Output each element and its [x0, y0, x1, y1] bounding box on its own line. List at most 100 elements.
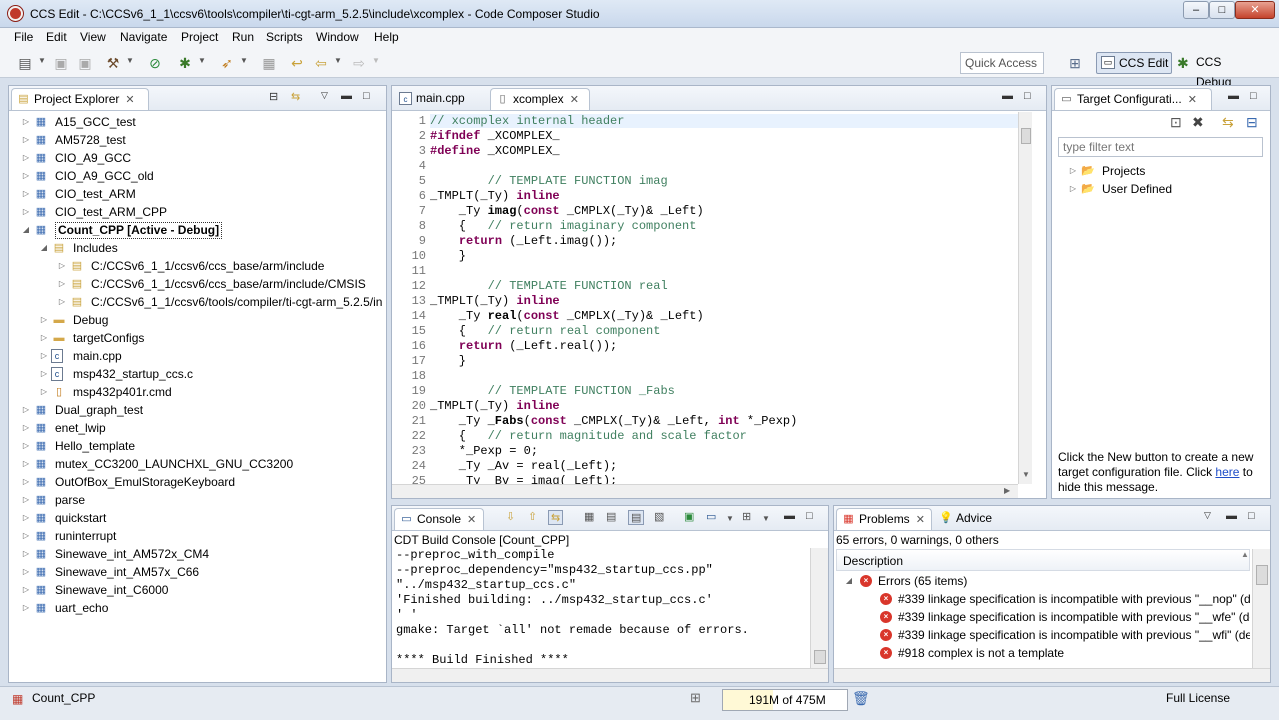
open-console-dropdown-icon[interactable]: ▼: [762, 514, 770, 523]
tab-xcomplex[interactable]: ▯ xcomplex ✕: [490, 88, 590, 110]
expand-arrow-icon[interactable]: ▷: [21, 167, 31, 185]
expand-arrow-icon[interactable]: ▷: [39, 311, 49, 329]
display-dropdown-icon[interactable]: ▼: [726, 514, 734, 523]
perspective-ccs-edit[interactable]: ▭ CCS Edit: [1096, 52, 1172, 74]
word-wrap-icon[interactable]: ▤: [628, 510, 645, 525]
expand-arrow-icon[interactable]: ▷: [21, 527, 31, 545]
close-tab-icon[interactable]: ✕: [125, 94, 134, 106]
menu-project[interactable]: Project: [181, 30, 218, 44]
prev-error-icon[interactable]: ⇧: [528, 510, 537, 523]
copy-icon[interactable]: ▦: [584, 510, 594, 523]
tree-item[interactable]: ▷ ▦ OutOfBox_EmulStorageKeyboard: [9, 473, 386, 491]
link-console-icon[interactable]: ⇆: [548, 510, 564, 525]
console-horizontal-scrollbar[interactable]: [392, 668, 828, 682]
debug-dropdown-icon[interactable]: ▼: [198, 56, 206, 65]
scroll-thumb[interactable]: [1021, 128, 1031, 144]
tree-item[interactable]: ▷ ▦ Hello_template: [9, 437, 386, 455]
tree-item[interactable]: ▷ ▦ CIO_A9_GCC: [9, 149, 386, 167]
tab-main-cpp[interactable]: c main.cpp: [394, 88, 488, 110]
close-tab-icon[interactable]: ✕: [570, 94, 579, 106]
tree-item[interactable]: ▷ ▤ C:/CCSv6_1_1/ccsv6/tools/compiler/ti-c…: [9, 293, 386, 311]
new-dropdown-icon[interactable]: ▼: [38, 56, 46, 65]
build-hammer-icon[interactable]: ⚒: [104, 54, 122, 72]
expand-arrow-icon[interactable]: ▷: [39, 347, 49, 365]
tab-advice[interactable]: 💡 Advice: [934, 508, 1006, 530]
tree-item[interactable]: ▷ ▦ Dual_graph_test: [9, 401, 386, 419]
minimize-view-icon[interactable]: ▬: [784, 510, 795, 522]
problems-vertical-scrollbar[interactable]: [1252, 549, 1270, 668]
tree-item[interactable]: ▷ ▦ Sinewave_int_AM57x_C66: [9, 563, 386, 581]
delete-icon[interactable]: ✖: [1192, 114, 1204, 131]
clear-console-icon[interactable]: ▧: [654, 510, 664, 523]
editor-horizontal-scrollbar[interactable]: ▶: [392, 484, 1018, 498]
tree-item[interactable]: ▷ c main.cpp: [9, 347, 386, 365]
problems-horizontal-scrollbar[interactable]: [834, 668, 1270, 682]
tree-item[interactable]: ▷ ▦ enet_lwip: [9, 419, 386, 437]
scroll-down-arrow-icon[interactable]: ▼: [1022, 470, 1030, 479]
tree-item[interactable]: ▷ ▤ C:/CCSv6_1_1/ccsv6/ccs_base/arm/includ…: [9, 257, 386, 275]
menu-help[interactable]: Help: [374, 30, 399, 44]
new-icon[interactable]: ▤: [16, 54, 34, 72]
next-error-icon[interactable]: ⇩: [506, 510, 515, 523]
expand-arrow-icon[interactable]: ▷: [21, 473, 31, 491]
scroll-thumb[interactable]: [1256, 565, 1268, 585]
minimize-view-icon[interactable]: ▬: [1226, 510, 1237, 522]
open-console-icon[interactable]: ⊞: [742, 510, 751, 523]
expand-arrow-icon[interactable]: ▷: [21, 203, 31, 221]
build-dropdown-icon[interactable]: ▼: [126, 56, 134, 65]
tree-item[interactable]: ▷ ▤ C:/CCSv6_1_1/ccsv6/ccs_base/arm/includ…: [9, 275, 386, 293]
expand-arrow-icon[interactable]: ▷: [1068, 162, 1078, 180]
expand-arrow-icon[interactable]: ◢: [844, 572, 854, 590]
tree-item[interactable]: ▷ ▬ Debug: [9, 311, 386, 329]
menu-edit[interactable]: Edit: [46, 30, 67, 44]
view-menu-icon[interactable]: ▽: [321, 90, 328, 101]
maximize-button[interactable]: □: [1209, 1, 1235, 19]
tree-item[interactable]: ▷ ▦ CIO_test_ARM: [9, 185, 386, 203]
column-header-description[interactable]: Description ▲: [836, 549, 1250, 571]
minimize-view-icon[interactable]: ▬: [341, 90, 352, 102]
menu-navigate[interactable]: Navigate: [120, 30, 167, 44]
flash-icon[interactable]: ➶: [218, 54, 236, 72]
quick-access-input[interactable]: Quick Access: [960, 52, 1044, 74]
link-editor-icon[interactable]: ⇆: [291, 90, 300, 103]
expand-arrow-icon[interactable]: ▷: [57, 257, 67, 275]
expand-arrow-icon[interactable]: ▷: [21, 563, 31, 581]
forward-icon[interactable]: ⇨: [350, 54, 368, 72]
save-all-icon[interactable]: ▣: [76, 54, 94, 72]
tab-console[interactable]: ▭ Console ✕: [394, 508, 484, 530]
tab-target-configurations[interactable]: ▭ Target Configurati... ✕: [1054, 88, 1212, 110]
close-tab-icon[interactable]: ✕: [467, 514, 476, 526]
maximize-view-icon[interactable]: □: [806, 510, 813, 522]
expand-arrow-icon[interactable]: ▷: [21, 131, 31, 149]
expand-arrow-icon[interactable]: ▷: [21, 491, 31, 509]
tab-project-explorer[interactable]: ▤ Project Explorer ✕: [11, 88, 149, 110]
menu-run[interactable]: Run: [232, 30, 254, 44]
close-tab-icon[interactable]: ✕: [916, 514, 925, 526]
pin-console-icon[interactable]: ▣: [684, 510, 694, 523]
tree-item[interactable]: ▷ ▦ AM5728_test: [9, 131, 386, 149]
close-button[interactable]: ✕: [1235, 1, 1275, 19]
menu-window[interactable]: Window: [316, 30, 359, 44]
editor-vertical-scrollbar[interactable]: ▼: [1018, 112, 1032, 484]
scroll-lock-icon[interactable]: ▤: [606, 510, 616, 523]
expand-arrow-icon[interactable]: ▷: [57, 275, 67, 293]
display-console-icon[interactable]: ▭: [706, 510, 716, 523]
link-icon[interactable]: ⇆: [1222, 114, 1234, 131]
flash-dropdown-icon[interactable]: ▼: [240, 56, 248, 65]
expand-arrow-icon[interactable]: ▷: [21, 437, 31, 455]
tree-item[interactable]: ▷ c msp432_startup_ccs.c: [9, 365, 386, 383]
expand-arrow-icon[interactable]: ▷: [21, 545, 31, 563]
expand-arrow-icon[interactable]: ▷: [39, 365, 49, 383]
tree-item[interactable]: ▷ ▦ CIO_A9_GCC_old: [9, 167, 386, 185]
open-perspective-icon[interactable]: ⊞: [1066, 55, 1084, 73]
minimize-view-icon[interactable]: ▬: [1228, 90, 1239, 102]
expand-arrow-icon[interactable]: ▷: [21, 419, 31, 437]
scroll-thumb[interactable]: [814, 650, 826, 664]
maximize-view-icon[interactable]: □: [1248, 510, 1255, 522]
heap-status[interactable]: 191M of 475M: [722, 689, 848, 711]
tree-item[interactable]: ▷ ▦ quickstart: [9, 509, 386, 527]
tree-item[interactable]: ▷ ▦ uart_echo: [9, 599, 386, 617]
tree-item[interactable]: ▷ ▦ Sinewave_int_C6000: [9, 581, 386, 599]
terminal-icon[interactable]: ▦: [260, 54, 278, 72]
expand-arrow-icon[interactable]: ▷: [21, 509, 31, 527]
